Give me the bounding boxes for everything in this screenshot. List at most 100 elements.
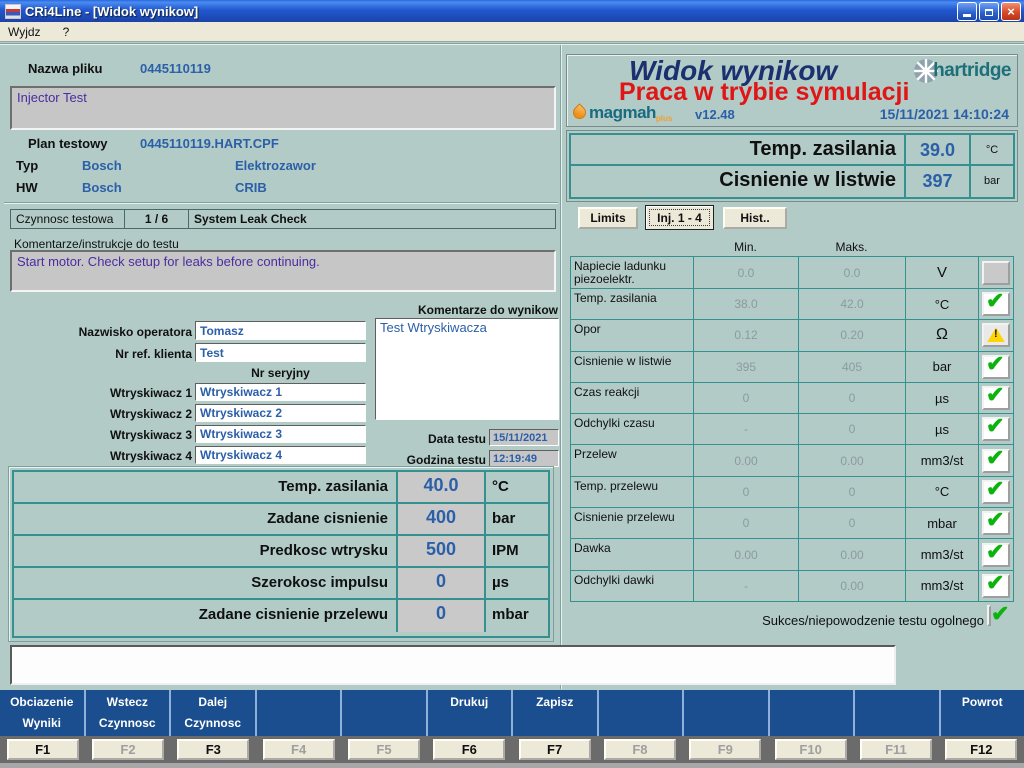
result-unit: °C [906, 477, 979, 507]
min-column-header: Min. [693, 240, 798, 254]
injector-1-label: Wtryskiwacz 1 [110, 386, 192, 400]
status-icon [982, 511, 1010, 535]
restore-button[interactable] [979, 2, 999, 21]
setpoint-row: Zadane cisnienie 400 bar [14, 504, 548, 536]
setpoint-value: 0 [396, 568, 486, 598]
results-comments-input[interactable]: Test Wtryskiwacza [375, 318, 559, 420]
result-unit: mm3/st [906, 571, 979, 601]
setpoint-unit: IPM [486, 536, 548, 566]
injector-3-input[interactable] [195, 425, 366, 443]
result-unit: mbar [906, 508, 979, 538]
client-ref-input[interactable] [195, 343, 366, 362]
result-max: 0 [799, 414, 906, 444]
fn-label-f8 [599, 690, 685, 736]
type-label: Typ [16, 158, 38, 173]
inj-1-4-button[interactable]: Inj. 1 - 4 [645, 205, 714, 230]
result-row: Odchylki czasu - 0 µs [571, 413, 1013, 444]
max-column-header: Maks. [798, 240, 905, 254]
result-unit: µs [906, 414, 979, 444]
overall-result-label: Sukces/niepowodzenie testu ogolnego [762, 613, 984, 628]
fn-label-f12: Powrot [941, 690, 1024, 736]
result-row: Czas reakcji 0 0 µs [571, 382, 1013, 413]
result-min: 395 [694, 352, 799, 382]
result-unit: °C [906, 289, 979, 319]
file-name-label: Nazwa pliku [28, 61, 102, 76]
status-icon [982, 386, 1010, 410]
menu-item-help[interactable]: ? [63, 25, 70, 39]
result-row: Opor 0.12 0.20 Ω [571, 319, 1013, 350]
status-icon [982, 261, 1010, 285]
fn-label-f7: Zapisz [513, 690, 599, 736]
minimize-button[interactable] [957, 2, 977, 21]
injector-1-input[interactable] [195, 383, 366, 401]
f7-key-button[interactable]: F7 [519, 739, 591, 760]
fn-label-f9 [684, 690, 770, 736]
operator-label: Nazwisko operatora [79, 325, 192, 339]
results-table: Napiecie ladunku piezoelektr. 0.0 0.0 V … [570, 256, 1014, 602]
test-comments-box: Start motor. Check setup for leaks befor… [10, 250, 556, 292]
serial-number-header: Nr seryjny [195, 366, 366, 380]
f6-key-button[interactable]: F6 [433, 739, 505, 760]
window-title: CRi4Line - [Widok wynikow] [25, 4, 198, 19]
function-bar: ObciazenieWyniki WsteczCzynnosc DalejCzy… [0, 690, 1024, 768]
file-name-value: 0445110119 [140, 61, 211, 76]
menu-item-exit[interactable]: Wyjdz [8, 25, 41, 39]
setpoint-label: Szerokosc impulsu [14, 568, 396, 598]
test-step-name: System Leak Check [189, 210, 555, 228]
file-comment-box: Injector Test [10, 86, 556, 130]
result-row: Cisnienie przelewu 0 0 mbar [571, 507, 1013, 538]
test-date-label: Data testu [428, 432, 486, 446]
test-comments-label: Komentarze/instrukcje do testu [14, 237, 179, 251]
fn-label-f6: Drukuj [428, 690, 514, 736]
hist-button[interactable]: Hist.. [723, 207, 787, 229]
f1-key-button[interactable]: F1 [7, 739, 79, 760]
setpoint-row: Temp. zasilania 40.0 °C [14, 472, 548, 504]
result-max: 0.0 [799, 257, 906, 288]
magmah-logo-text: magmah [589, 103, 656, 123]
operator-input[interactable] [195, 321, 366, 340]
result-min: 0 [694, 508, 799, 538]
setpoint-row: Zadane cisnienie przelewu 0 mbar [14, 600, 548, 632]
result-min: 0 [694, 477, 799, 507]
test-date-value: 15/11/2021 [489, 429, 559, 446]
setpoint-value: 500 [396, 536, 486, 566]
injector-2-input[interactable] [195, 404, 366, 422]
readout-row: Cisnienie w listwie 397 bar [571, 166, 1013, 197]
result-label: Przelew [571, 445, 694, 475]
f3-key-button[interactable]: F3 [177, 739, 249, 760]
test-plan-value: 0445110119.HART.CPF [140, 136, 279, 151]
result-max: 0.00 [799, 445, 906, 475]
readout-value: 39.0 [904, 135, 971, 164]
close-button[interactable]: × [1001, 2, 1021, 21]
injector-4-input[interactable] [195, 446, 366, 464]
hw-value: Bosch [82, 180, 122, 195]
setpoint-value: 400 [396, 504, 486, 534]
result-label: Temp. zasilania [571, 289, 694, 319]
f12-key-button[interactable]: F12 [945, 739, 1017, 760]
fn-label-f2: WsteczCzynnosc [86, 690, 172, 736]
result-max: 0.00 [799, 539, 906, 569]
result-label: Dawka [571, 539, 694, 569]
f5-key-button: F5 [348, 739, 420, 760]
result-row: Cisnienie w listwie 395 405 bar [571, 351, 1013, 382]
injector-3-label: Wtryskiwacz 3 [110, 428, 192, 442]
function-key-strip: F1 F2 F3 F4 F5 F6 F7 F8 F9 F10 F11 F12 [0, 736, 1024, 763]
results-header: Widok wynikow Praca w trybie symulacji v… [566, 54, 1018, 127]
result-min: 0.12 [694, 320, 799, 350]
setpoint-value: 0 [396, 600, 486, 632]
result-label: Czas reakcji [571, 383, 694, 413]
limits-button[interactable]: Limits [578, 207, 638, 229]
setpoint-row: Szerokosc impulsu 0 µs [14, 568, 548, 600]
result-label: Napiecie ladunku piezoelektr. [571, 257, 694, 288]
f9-key-button: F9 [689, 739, 761, 760]
injector-4-label: Wtryskiwacz 4 [110, 449, 192, 463]
status-icon [982, 355, 1010, 379]
result-max: 0.20 [799, 320, 906, 350]
setpoint-label: Zadane cisnienie przelewu [14, 600, 396, 632]
file-comment-text: Injector Test [17, 90, 87, 105]
setpoint-label: Temp. zasilania [14, 472, 396, 502]
result-max: 0 [799, 508, 906, 538]
app-icon [5, 4, 21, 19]
magmah-logo: magmah plus [573, 103, 672, 123]
setpoint-unit: bar [486, 504, 548, 534]
